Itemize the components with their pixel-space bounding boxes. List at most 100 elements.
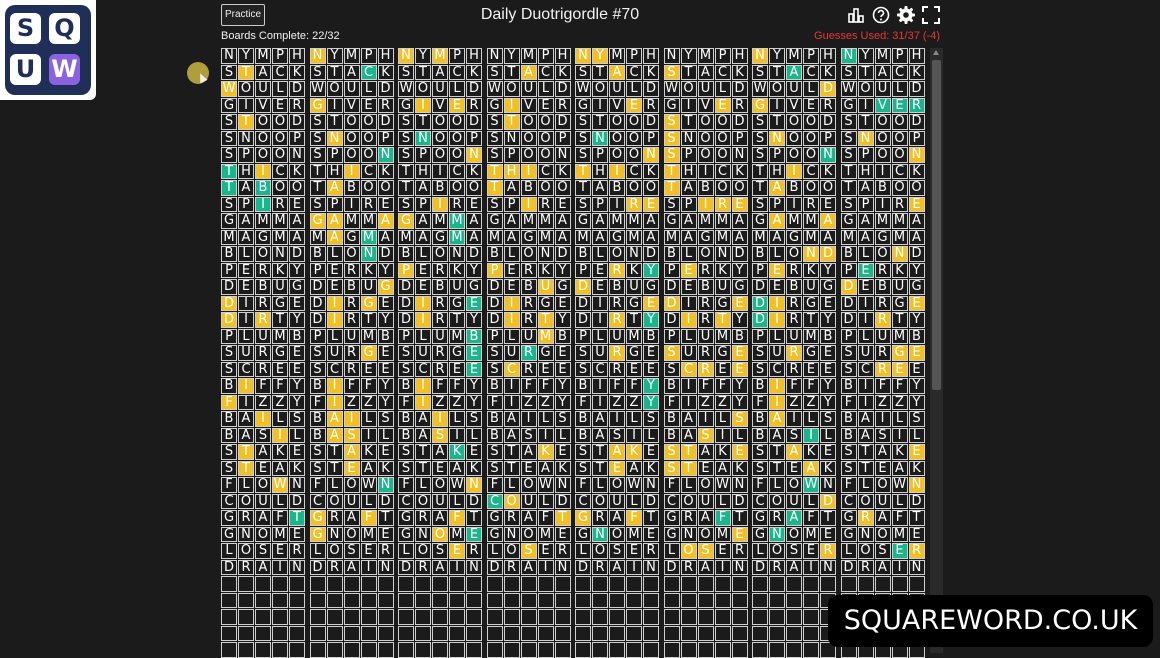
letter-tile: C <box>449 163 465 180</box>
empty-tile <box>874 576 891 592</box>
letter-tile: L <box>803 493 819 510</box>
help-icon[interactable] <box>871 5 891 25</box>
letter-tile: E <box>714 361 731 378</box>
scroll-up-arrow-icon[interactable] <box>933 50 939 55</box>
practice-button[interactable]: Practice <box>221 4 265 26</box>
letter-tile: E <box>643 295 659 312</box>
empty-tile <box>503 576 520 592</box>
letter-tile: D <box>289 81 305 97</box>
letter-tile: U <box>520 493 537 510</box>
letter-tile: O <box>609 526 625 543</box>
letter-tile: N <box>466 147 482 163</box>
letter-tile: R <box>609 262 625 279</box>
letter-tile: I <box>326 295 343 312</box>
letter-tile: P <box>486 328 503 345</box>
letter-tile: L <box>503 477 520 493</box>
letter-tile: G <box>486 97 503 114</box>
letter-tile: A <box>503 213 520 229</box>
letter-tile: M <box>272 229 288 246</box>
letter-tile: C <box>752 493 768 510</box>
letter-tile: P <box>752 262 768 279</box>
letter-tile: A <box>238 229 254 246</box>
letter-tile: O <box>697 526 714 543</box>
letter-tile: L <box>714 493 731 510</box>
letter-tile: I <box>520 163 537 180</box>
letter-tile: E <box>643 526 659 543</box>
letter-tile: O <box>820 180 836 196</box>
letter-tile: D <box>840 295 857 312</box>
letter-tile: M <box>803 213 819 229</box>
letter-tile: E <box>731 295 748 312</box>
letter-tile: M <box>272 526 288 543</box>
letter-tile: Y <box>908 394 925 411</box>
letter-tile: D <box>377 114 394 130</box>
letter-tile: T <box>769 64 785 81</box>
letter-tile: B <box>221 246 237 262</box>
letter-tile: D <box>752 295 768 312</box>
empty-tile <box>520 642 537 658</box>
letter-tile: L <box>857 477 874 493</box>
letter-tile: E <box>554 295 571 312</box>
letter-tile: D <box>221 559 237 576</box>
letter-tile: A <box>415 411 431 427</box>
letter-tile: R <box>680 559 697 576</box>
settings-icon[interactable] <box>896 5 916 25</box>
empty-tile <box>643 592 659 609</box>
letter-tile: T <box>592 114 608 130</box>
letter-tile: U <box>343 81 360 97</box>
scrollbar-thumb[interactable] <box>932 60 941 390</box>
letter-tile: F <box>537 378 554 394</box>
letter-tile: T <box>486 180 503 196</box>
letter-tile: C <box>803 64 819 81</box>
letter-tile: G <box>752 510 768 526</box>
letter-tile: T <box>575 180 591 196</box>
empty-tile <box>398 576 414 592</box>
squareword-logo: S Q U W <box>0 0 96 100</box>
letter-tile: S <box>486 345 503 361</box>
stats-icon[interactable] <box>846 5 866 25</box>
letter-tile: O <box>272 147 288 163</box>
letter-tile: C <box>592 361 608 378</box>
letter-tile: R <box>238 559 254 576</box>
letter-tile: A <box>415 229 431 246</box>
letter-tile: G <box>221 213 237 229</box>
boards-complete-counter: Boards Complete: 22/32 <box>221 30 340 42</box>
letter-tile: T <box>752 180 768 196</box>
empty-tile <box>415 609 431 625</box>
fullscreen-icon[interactable] <box>921 5 941 25</box>
letter-tile: C <box>360 163 377 180</box>
letter-tile: I <box>680 295 697 312</box>
letter-tile: U <box>238 345 254 361</box>
letter-tile: K <box>377 460 394 477</box>
letter-tile: G <box>891 345 908 361</box>
letter-tile: E <box>537 361 554 378</box>
letter-tile: S <box>752 460 768 477</box>
letter-tile: F <box>537 510 554 526</box>
empty-tile <box>663 609 680 625</box>
letter-tile: D <box>643 81 659 97</box>
letter-tile: S <box>575 64 591 81</box>
letter-tile: B <box>663 246 680 262</box>
letter-tile: B <box>840 246 857 262</box>
letter-tile: B <box>554 328 571 345</box>
letter-tile: O <box>626 180 642 196</box>
empty-tile <box>449 625 465 642</box>
empty-tile <box>592 642 608 658</box>
letter-tile: R <box>697 361 714 378</box>
letter-tile: U <box>626 279 642 295</box>
letter-tile: O <box>537 114 554 130</box>
letter-tile: R <box>520 345 537 361</box>
letter-tile: M <box>874 213 891 229</box>
letter-tile: S <box>486 64 503 81</box>
letter-tile: C <box>272 163 288 180</box>
letter-tile: E <box>803 97 819 114</box>
letter-tile: D <box>840 279 857 295</box>
letter-tile: D <box>377 81 394 97</box>
letter-tile: A <box>786 64 802 81</box>
letter-tile: Y <box>731 394 748 411</box>
letter-tile: N <box>752 48 768 64</box>
letter-tile: I <box>238 394 254 411</box>
scrollbar[interactable] <box>930 48 943 653</box>
letter-tile: C <box>857 361 874 378</box>
letter-tile: G <box>840 213 857 229</box>
